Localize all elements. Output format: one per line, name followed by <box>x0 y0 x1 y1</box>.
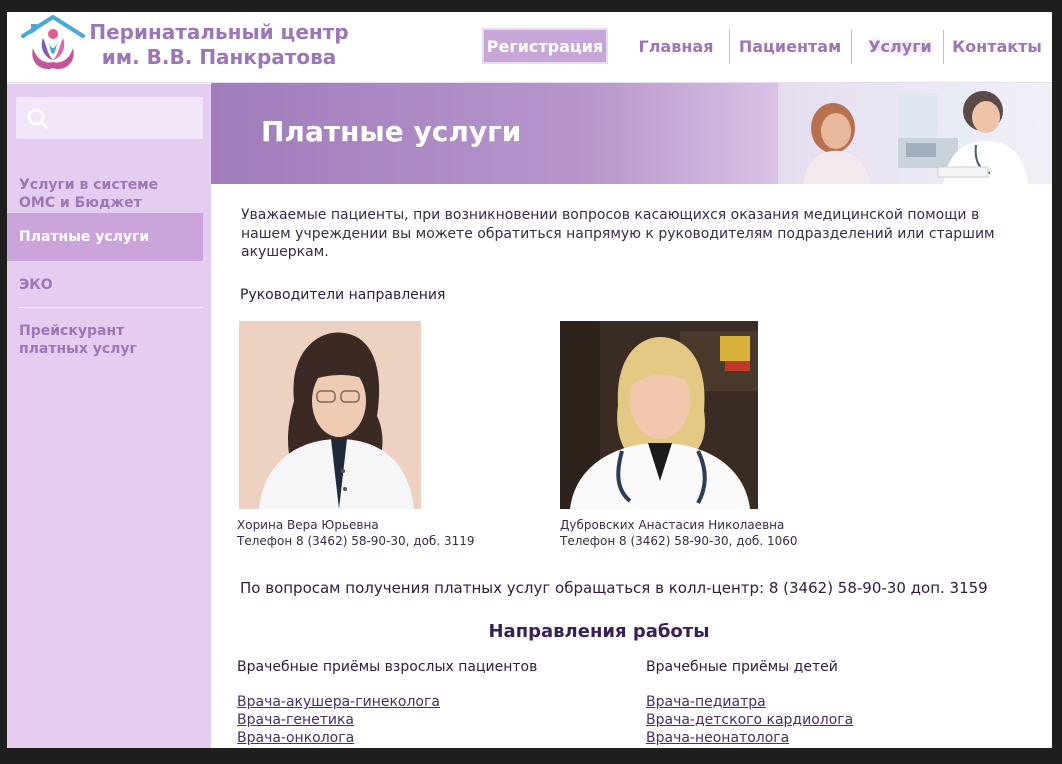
page-title: Платные услуги <box>261 115 522 148</box>
site-brand-name[interactable]: Перинатальный центр им. В.В. Панкратова <box>89 20 349 70</box>
nav-home[interactable]: Главная <box>631 28 721 64</box>
brand-line-2: им. В.В. Панкратова <box>101 45 337 69</box>
banner-doctors-image <box>778 83 1048 184</box>
link-neonatologist[interactable]: Врача-неонатолога <box>646 729 789 747</box>
sidebar-item-oms-budget[interactable]: Услуги в системе ОМС и Бюджет <box>7 176 167 212</box>
perinatal-center-logo[interactable] <box>19 14 87 74</box>
main-content: Уважаемые пациенты, при возникновении во… <box>211 184 1052 748</box>
sidebar-item-paid-services[interactable]: Платные услуги <box>7 213 203 261</box>
leader-phone: Телефон 8 (3462) 58-90-30, доб. 3119 <box>237 534 475 548</box>
sidebar: Услуги в системе ОМС и Бюджет Платные ус… <box>7 84 211 748</box>
search-input[interactable] <box>16 97 203 139</box>
intro-text: Уважаемые пациенты, при возникновении во… <box>241 207 995 260</box>
site-header: Перинатальный центр им. В.В. Панкратова … <box>7 12 1052 83</box>
link-obstetrician-gynecologist[interactable]: Врача-акушера-гинеколога <box>237 693 440 711</box>
leader-name: Дубровских Анастасия Николаевна <box>560 518 785 532</box>
page-banner: Платные услуги <box>211 83 1052 184</box>
link-oncologist[interactable]: Врача-онколога <box>237 729 354 747</box>
leaders-heading: Руководители направления <box>240 287 446 303</box>
leader-photo <box>560 321 758 509</box>
nav-contacts[interactable]: Контакты <box>949 28 1045 64</box>
adult-appointments-heading: Врачебные приёмы взрослых пациентов <box>237 659 538 675</box>
leader-name: Хорина Вера Юрьевна <box>237 518 379 532</box>
nav-separator <box>729 30 730 64</box>
nav-patients[interactable]: Пациентам <box>737 28 843 64</box>
leader-phone: Телефон 8 (3462) 58-90-30, доб. 1060 <box>560 534 798 548</box>
directions-heading: Направления работы <box>488 621 710 642</box>
brand-line-1: Перинатальный центр <box>89 20 349 44</box>
link-pediatrician[interactable]: Врача-педиатра <box>646 693 766 711</box>
link-pediatric-cardiologist[interactable]: Врача-детского кардиолога <box>646 711 853 729</box>
sidebar-divider <box>19 307 203 308</box>
search-icon[interactable] <box>27 108 49 130</box>
child-appointments-heading: Врачебные приёмы детей <box>646 659 838 675</box>
sidebar-item-price-list[interactable]: Прейскурант платных услуг <box>7 322 197 358</box>
callcenter-info: По вопросам получения платных услуг обра… <box>240 579 988 597</box>
sidebar-item-eco[interactable]: ЭКО <box>7 276 203 294</box>
leader-photo <box>239 321 421 509</box>
browser-viewport: Перинатальный центр им. В.В. Панкратова … <box>7 12 1052 748</box>
link-geneticist[interactable]: Врача-генетика <box>237 711 354 729</box>
nav-separator <box>851 30 852 64</box>
nav-separator <box>943 30 944 64</box>
nav-services[interactable]: Услуги <box>859 28 941 64</box>
register-button[interactable]: Регистрация <box>482 28 608 64</box>
